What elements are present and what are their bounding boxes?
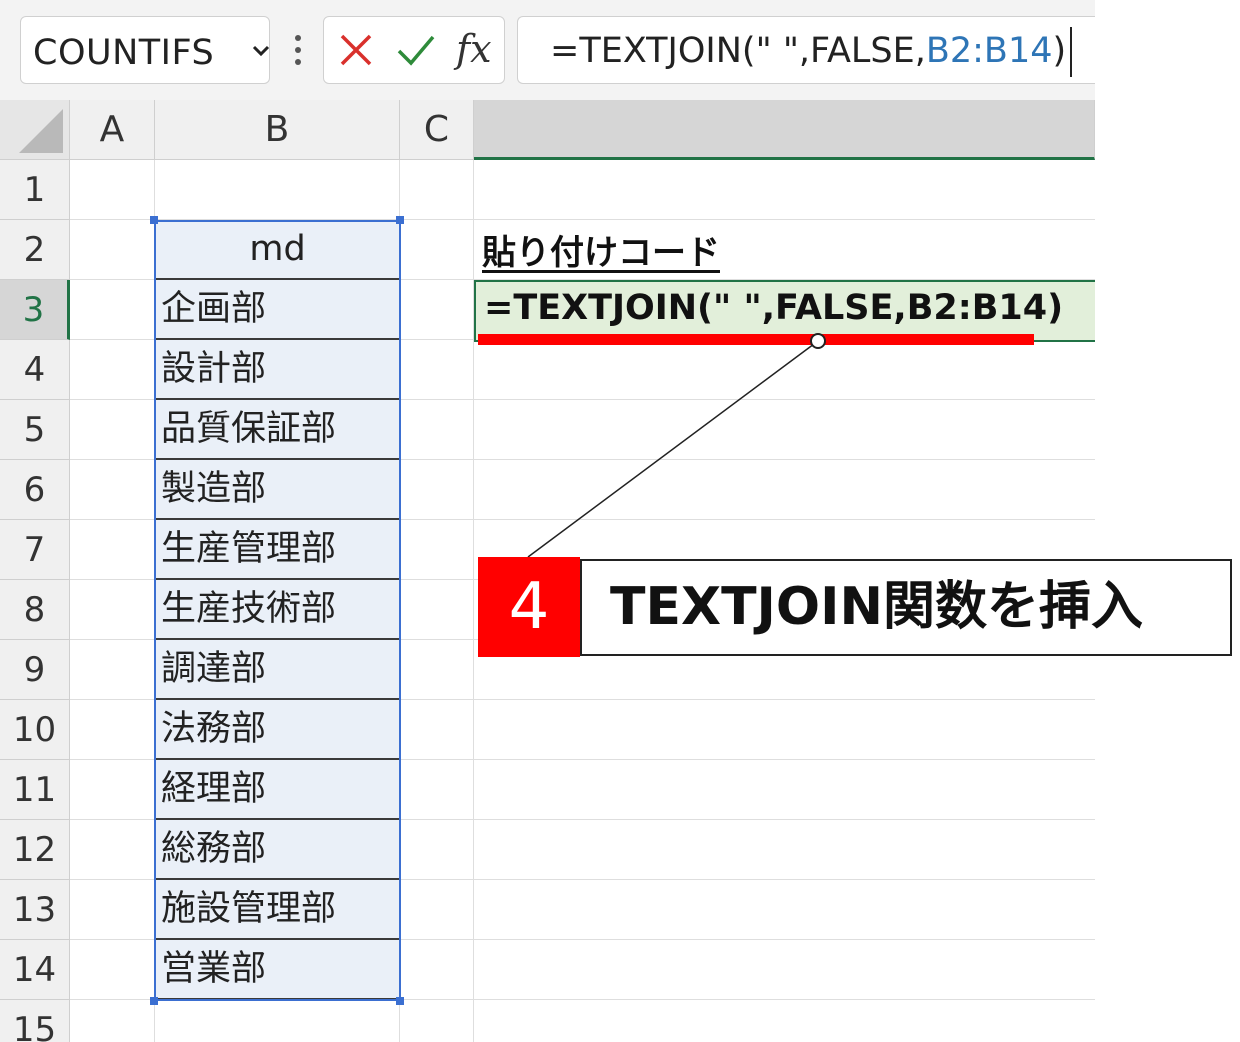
row-header-8[interactable]: 8 (0, 580, 70, 640)
cell-b9[interactable]: 調達部 (155, 640, 400, 700)
column-header-c[interactable]: C (400, 100, 474, 160)
formula-highlight-underline (478, 334, 1034, 345)
row-header-14[interactable]: 14 (0, 940, 70, 1000)
formula-input[interactable]: =TEXTJOIN(" ",FALSE,B2:B14) (517, 16, 1095, 84)
column-header-b[interactable]: B (155, 100, 400, 160)
more-options-icon[interactable] (288, 30, 308, 70)
enter-check-icon[interactable] (396, 31, 436, 69)
row-header-10[interactable]: 10 (0, 700, 70, 760)
formula-bar: COUNTIFS fx =TEXTJOIN(" ",FALSE,B2:B14) (0, 0, 1095, 100)
formula-text: =TEXTJOIN(" ",FALSE,B2:B14) (550, 31, 1066, 71)
chevron-down-icon[interactable] (249, 39, 273, 63)
row-header-7[interactable]: 7 (0, 520, 70, 580)
name-box-value: COUNTIFS (33, 33, 215, 73)
cell-b14[interactable]: 営業部 (155, 940, 400, 1000)
resize-handle[interactable] (396, 216, 404, 224)
row-header-11[interactable]: 11 (0, 760, 70, 820)
formula-actions: fx (323, 16, 505, 84)
cancel-icon[interactable] (338, 32, 374, 68)
select-all-triangle-icon (19, 109, 63, 153)
cell-b8[interactable]: 生産技術部 (155, 580, 400, 640)
row-header-12[interactable]: 12 (0, 820, 70, 880)
row-header-6[interactable]: 6 (0, 460, 70, 520)
cell-b7[interactable]: 生産管理部 (155, 520, 400, 580)
cell-b5[interactable]: 品質保証部 (155, 400, 400, 460)
cell-b10[interactable]: 法務部 (155, 700, 400, 760)
resize-handle[interactable] (396, 997, 404, 1005)
row-header-9[interactable]: 9 (0, 640, 70, 700)
row-header-3[interactable]: 3 (0, 280, 70, 340)
cell-b12[interactable]: 総務部 (155, 820, 400, 880)
formula-cell-text: =TEXTJOIN(" ",FALSE,B2:B14) (484, 288, 1064, 328)
cell-b6[interactable]: 製造部 (155, 460, 400, 520)
select-all-button[interactable] (0, 100, 70, 160)
row-header-13[interactable]: 13 (0, 880, 70, 940)
resize-handle[interactable] (150, 997, 158, 1005)
row-header-4[interactable]: 4 (0, 340, 70, 400)
cell-b3[interactable]: 企画部 (155, 280, 400, 340)
row-header-1[interactable]: 1 (0, 160, 70, 220)
name-box[interactable]: COUNTIFS (20, 16, 270, 84)
step-number-badge: 4 (478, 557, 580, 657)
insert-function-button[interactable]: fx (456, 27, 492, 71)
formula-suffix: ) (1052, 31, 1067, 71)
column-header-a[interactable]: A (70, 100, 155, 160)
formula-prefix: =TEXTJOIN(" ",FALSE, (550, 31, 926, 71)
paste-code-label: 貼り付けコード (482, 233, 720, 273)
active-formula-cell[interactable]: =TEXTJOIN(" ",FALSE,B2:B14) (474, 280, 1095, 342)
step-callout: 4 TEXTJOIN関数を挿入 (478, 557, 1233, 657)
step-description: TEXTJOIN関数を挿入 (580, 559, 1232, 656)
resize-handle[interactable] (150, 216, 158, 224)
cell-b13[interactable]: 施設管理部 (155, 880, 400, 940)
cell-b2[interactable]: md (155, 220, 400, 280)
column-header-d-selected[interactable] (474, 100, 1095, 160)
row-header-15[interactable]: 15 (0, 1000, 70, 1042)
cell-b11[interactable]: 経理部 (155, 760, 400, 820)
text-caret (1070, 27, 1072, 77)
row-header-5[interactable]: 5 (0, 400, 70, 460)
row-header-2[interactable]: 2 (0, 220, 70, 280)
cell-b4[interactable]: 設計部 (155, 340, 400, 400)
formula-reference: B2:B14 (925, 31, 1053, 71)
